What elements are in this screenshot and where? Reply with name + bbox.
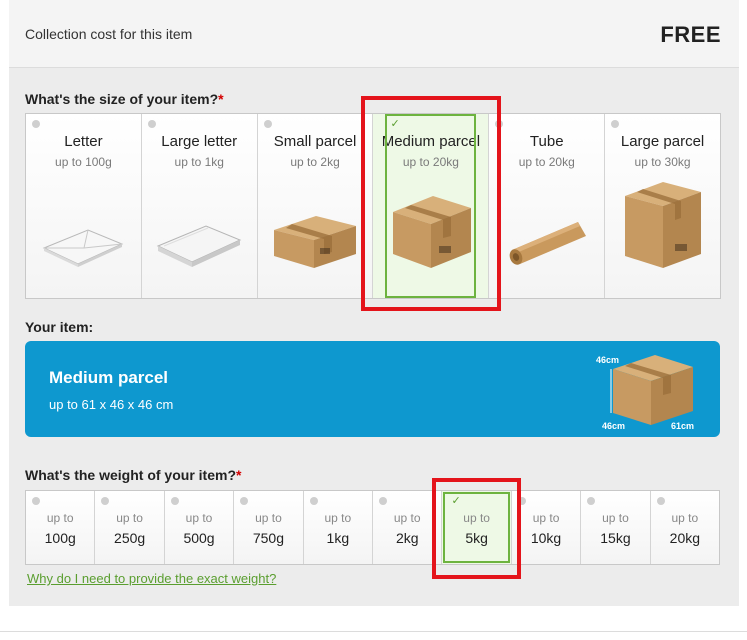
weight-option-2kg[interactable]: up to 2kg — [373, 491, 443, 564]
size-section-title: What's the size of your item?* — [25, 91, 224, 107]
size-option-medium-parcel[interactable]: ✓ Medium parcel up to 20kg — [373, 114, 490, 298]
checkmark-icon: ✓ — [390, 118, 400, 130]
parcel-dimension-icon — [610, 355, 693, 425]
weight-options-grid: up to 100g up to 250g up to 500g up to 7… — [25, 490, 720, 565]
size-option-limit: up to 100g — [55, 155, 112, 169]
tube-icon — [489, 190, 604, 270]
size-option-large-parcel[interactable]: Large parcel up to 30kg — [605, 114, 720, 298]
size-option-limit: up to 20kg — [402, 155, 459, 169]
radio-dot — [517, 497, 526, 505]
large-box-icon — [605, 182, 720, 270]
radio-dot — [587, 497, 596, 505]
your-item-title: Your item: — [25, 319, 94, 335]
size-option-letter[interactable]: Letter up to 100g — [26, 114, 142, 298]
weight-option-20kg[interactable]: up to 20kg — [650, 491, 720, 564]
collection-cost-value: FREE — [660, 22, 721, 47]
weight-option-value: 1kg — [326, 530, 350, 546]
weight-option-prefix: up to — [116, 511, 143, 525]
weight-option-value: 750g — [252, 530, 284, 546]
size-option-name: Tube — [529, 133, 564, 150]
envelope-icon — [26, 190, 141, 270]
size-option-name: Large letter — [161, 133, 238, 150]
size-option-limit: up to 20kg — [518, 155, 575, 169]
size-option-name: Letter — [64, 133, 103, 150]
size-option-name: Large parcel — [620, 133, 705, 150]
required-mark: * — [236, 467, 242, 483]
weight-option-value: 15kg — [600, 530, 631, 546]
weight-option-prefix: up to — [671, 511, 699, 525]
collection-cost-bar: Collection cost for this item FREE — [9, 0, 739, 68]
size-option-limit: up to 30kg — [634, 155, 691, 169]
weight-option-prefix: up to — [46, 511, 74, 525]
weight-option-100g[interactable]: up to 100g — [26, 491, 96, 564]
weight-option-value: 2kg — [395, 530, 419, 546]
weight-option-250g[interactable]: up to 250g — [95, 491, 165, 564]
dimension-height-label: 46cm — [596, 355, 620, 365]
weight-option-value: 500g — [183, 530, 215, 546]
dimension-depth-label: 46cm — [602, 421, 626, 431]
weight-option-10kg[interactable]: up to 10kg — [511, 491, 582, 564]
weight-section-title: What's the weight of your item?* — [25, 467, 242, 483]
radio-dot — [309, 497, 318, 505]
weight-option-prefix: up to — [324, 511, 352, 525]
weight-option-750g[interactable]: up to 750g — [234, 491, 304, 564]
size-option-name: Medium parcel — [381, 133, 481, 150]
size-option-limit: up to 1kg — [174, 155, 224, 169]
required-mark: * — [218, 91, 224, 107]
weight-option-prefix: up to — [393, 511, 421, 525]
radio-dot — [101, 497, 110, 505]
weight-option-value: 10kg — [530, 530, 562, 546]
size-options-grid: Letter up to 100g Large letter up to 1kg — [25, 113, 721, 299]
weight-option-value: 20kg — [669, 530, 701, 546]
dimension-width-label: 61cm — [671, 421, 695, 431]
weight-option-prefix: up to — [463, 511, 490, 525]
medium-box-icon — [373, 190, 488, 270]
weight-option-prefix: up to — [255, 511, 282, 525]
weight-option-value: 5kg — [465, 530, 488, 546]
weight-option-prefix: up to — [532, 511, 560, 525]
your-item-name: Medium parcel — [49, 368, 169, 387]
weight-option-5kg[interactable]: ✓ up to 5kg — [442, 491, 512, 564]
collection-cost-label: Collection cost for this item — [25, 26, 193, 42]
size-option-tube[interactable]: Tube up to 20kg — [489, 114, 606, 298]
radio-dot — [32, 120, 40, 128]
bottom-divider — [0, 631, 747, 632]
size-option-limit: up to 2kg — [290, 155, 340, 169]
radio-dot — [170, 497, 179, 505]
radio-dot — [379, 497, 388, 505]
why-weight-link[interactable]: Why do I need to provide the exact weigh… — [27, 571, 276, 586]
radio-dot — [147, 120, 156, 128]
your-item-banner: Medium parcel up to 61 x 46 x 46 cm 46cm… — [25, 341, 720, 437]
size-option-name: Small parcel — [273, 133, 357, 150]
small-box-icon — [258, 190, 373, 270]
your-item-dimensions: up to 61 x 46 x 46 cm — [49, 397, 174, 412]
radio-dot — [656, 497, 665, 505]
weight-option-prefix: up to — [185, 511, 213, 525]
weight-option-prefix: up to — [602, 511, 629, 525]
radio-dot — [495, 120, 504, 128]
radio-dot — [32, 497, 40, 505]
radio-dot — [611, 120, 620, 128]
weight-option-500g[interactable]: up to 500g — [164, 491, 235, 564]
weight-option-1kg[interactable]: up to 1kg — [303, 491, 374, 564]
weight-option-value: 100g — [44, 530, 76, 546]
size-option-large-letter[interactable]: Large letter up to 1kg — [141, 114, 258, 298]
large-envelope-icon — [142, 190, 257, 270]
weight-option-value: 250g — [114, 530, 146, 546]
size-option-small-parcel[interactable]: Small parcel up to 2kg — [257, 114, 374, 298]
radio-dot — [263, 120, 272, 128]
checkmark-icon: ✓ — [451, 495, 461, 507]
weight-option-15kg[interactable]: up to 15kg — [581, 491, 651, 564]
radio-dot — [240, 497, 249, 505]
